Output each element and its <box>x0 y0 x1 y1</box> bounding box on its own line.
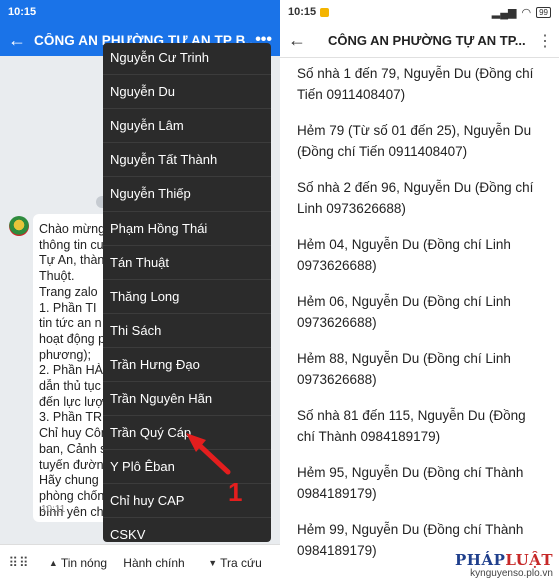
menu-item[interactable]: Nguyễn Cư Trinh <box>103 43 271 74</box>
menu-item[interactable]: Thi Sách <box>103 312 271 347</box>
battery-icon: 99 <box>536 6 551 18</box>
menu-item[interactable]: Nguyễn Du <box>103 74 271 108</box>
list-item: Số nhà 81 đến 115, Nguyễn Du (Đồng chí T… <box>297 408 526 444</box>
keyboard-icon[interactable]: ⠿⠿ <box>0 555 38 571</box>
list-item: Hẻm 04, Nguyễn Du (Đồng chí Linh 0973626… <box>297 237 511 273</box>
menu-item[interactable]: Phạm Hồng Thái <box>103 210 271 245</box>
tab-administrative[interactable]: Hành chính <box>118 556 190 570</box>
more-icon[interactable]: ⋮ <box>537 31 553 51</box>
status-time: 10:15 <box>288 6 317 18</box>
back-arrow-icon[interactable]: ← <box>8 30 34 51</box>
menu-item[interactable]: Trần Hưng Đạo <box>103 346 271 381</box>
menu-item[interactable]: Thăng Long <box>103 278 271 313</box>
page-title: CÔNG AN PHƯỜNG TỰ AN TP... <box>328 33 526 48</box>
list-item: Hẻm 95, Nguyễn Du (Đồng chí Thành 098418… <box>297 465 524 501</box>
tab-label: Tin nóng <box>60 556 108 570</box>
menu-item[interactable]: Tán Thuật <box>103 244 271 279</box>
notification-icon <box>320 7 330 17</box>
menu-item[interactable]: Nguyễn Tất Thành <box>103 142 271 176</box>
message-time: 10:11 <box>41 504 66 516</box>
bottom-menu-bar: ⠿⠿ ▲ Tin nóng Hành chính ▼ Tra cứu <box>0 544 280 581</box>
list-item: Hẻm 88, Nguyễn Du (Đồng chí Linh 0973626… <box>297 351 511 387</box>
menu-item[interactable]: Chỉ huy CAP <box>103 483 271 517</box>
tab-lookup[interactable]: ▼ Tra cứu <box>190 556 280 570</box>
tab-hot-news[interactable]: ▲ Tin nóng <box>38 556 118 570</box>
wifi-icon: ◠ <box>521 6 532 19</box>
triangle-up-icon: ▲ <box>48 558 58 568</box>
list-item: Hẻm 79 (Từ số 01 đến 25), Nguyễn Du (Đồn… <box>297 123 532 159</box>
logo: PHÁPLUẬT <box>455 551 553 569</box>
callout-number: 1 <box>228 477 243 507</box>
watermark: PHÁPLUẬT kynguyenso.plo.vn <box>453 552 553 579</box>
app-header: ← CÔNG AN PHƯỜNG TỰ AN TP... ⋮ <box>280 24 559 58</box>
screen: 10:15 ▂▄▆ ◠ 99 ← CÔNG AN PHƯỜNG TỰ AN TP… <box>0 0 559 581</box>
avatar <box>9 216 29 236</box>
menu-item[interactable]: Y Plô Êban <box>103 449 271 483</box>
menu-item[interactable]: Nguyễn Lâm <box>103 108 271 142</box>
menu-item[interactable]: Nguyễn Thiếp <box>103 176 271 210</box>
back-arrow-icon[interactable]: ← <box>288 30 328 51</box>
list-item: Hẻm 06, Nguyễn Du (Đồng chí Linh 0973626… <box>297 294 511 330</box>
right-screenshot: 10:15 ▂▄▆ ◠ 99 ← CÔNG AN PHƯỜNG TỰ AN TP… <box>280 0 559 581</box>
list-item: Số nhà 1 đến 79, Nguyễn Du (Đồng chí Tiế… <box>297 66 534 102</box>
list-item: Số nhà 2 đến 96, Nguyễn Du (Đồng chí Lin… <box>297 180 534 216</box>
status-time: 10:15 <box>8 6 37 18</box>
menu-item[interactable]: Trần Nguyên Hãn <box>103 381 271 415</box>
status-bar: 10:15 ▂▄▆ ◠ 99 <box>280 0 559 24</box>
signal-icon: ▂▄▆ <box>491 6 517 19</box>
tab-label: Tra cứu <box>220 556 262 570</box>
left-screenshot: 10:15 ▂▄▆ ◠ 99 ← CÔNG AN PHƯỜNG TỰ AN TP… <box>0 0 280 581</box>
triangle-down-icon: ▼ <box>208 558 218 568</box>
menu-item[interactable]: Trần Quý Cáp <box>103 415 271 449</box>
watermark-site: kynguyenso.plo.vn <box>470 568 553 579</box>
lookup-results: Số nhà 1 đến 79, Nguyễn Du (Đồng chí Tiế… <box>297 64 547 577</box>
menu-item[interactable]: CSKV <box>103 517 271 542</box>
dropdown-menu: Nguyễn Cư Trinh Nguyễn Du Nguyễn Lâm Nguyễn… <box>103 43 271 542</box>
status-bar: 10:15 ▂▄▆ ◠ 99 <box>0 0 280 24</box>
